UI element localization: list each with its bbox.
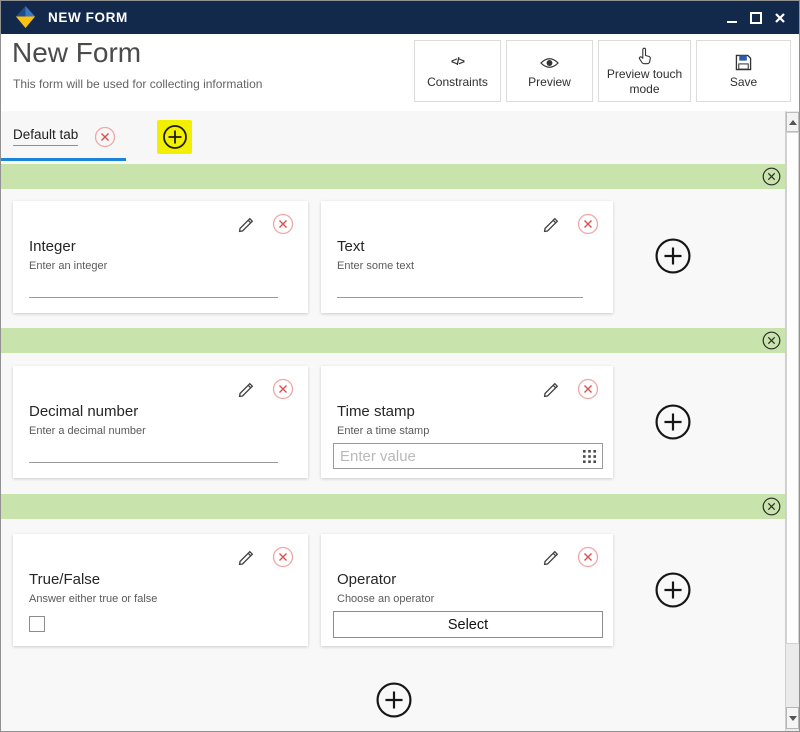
field-card-decimal-number: Decimal number Enter a decimal number xyxy=(13,366,308,478)
delete-field-icon[interactable] xyxy=(577,378,599,400)
form-row-band xyxy=(1,164,787,189)
timestamp-input-wrap xyxy=(333,443,603,469)
delete-field-icon[interactable] xyxy=(272,378,294,400)
scrollbar-thumb[interactable] xyxy=(786,132,799,644)
form-header: New Form This form will be used for coll… xyxy=(1,34,799,112)
page-title: New Form xyxy=(12,37,141,69)
field-description: Enter a time stamp xyxy=(337,425,429,437)
plus-circle-icon xyxy=(162,124,188,150)
delete-field-icon[interactable] xyxy=(577,546,599,568)
delete-row-icon[interactable] xyxy=(762,497,781,516)
tab-bar: Default tab xyxy=(1,111,787,161)
app-logo-icon xyxy=(14,5,37,30)
field-description: Answer either true or false xyxy=(29,593,157,605)
delete-field-icon[interactable] xyxy=(272,213,294,235)
constraints-button[interactable]: </> Constraints xyxy=(414,40,501,102)
preview-label: Preview xyxy=(528,75,571,90)
field-description: Enter some text xyxy=(337,260,414,272)
edit-field-icon[interactable] xyxy=(235,546,257,568)
field-title: Time stamp xyxy=(337,403,415,420)
field-title: Integer xyxy=(29,238,76,255)
field-card-true-false: True/False Answer either true or false xyxy=(13,534,308,646)
active-tab-indicator xyxy=(1,158,126,161)
field-title: True/False xyxy=(29,571,100,588)
delete-row-icon[interactable] xyxy=(762,331,781,350)
app-window: NEW FORM New Form This form will be used… xyxy=(0,0,800,732)
edit-field-icon[interactable] xyxy=(235,378,257,400)
true-false-checkbox[interactable] xyxy=(29,616,45,632)
field-input-line xyxy=(29,297,278,298)
add-tab-button[interactable] xyxy=(157,120,192,154)
save-label: Save xyxy=(730,75,757,90)
code-icon: </> xyxy=(451,53,464,73)
field-card-text: Text Enter some text xyxy=(321,201,613,313)
operator-select-button[interactable]: Select xyxy=(333,611,603,638)
edit-field-icon[interactable] xyxy=(235,213,257,235)
constraints-label: Constraints xyxy=(427,75,488,90)
field-title: Decimal number xyxy=(29,403,138,420)
field-description: Enter a decimal number xyxy=(29,425,146,437)
field-card-operator: Operator Choose an operator Select xyxy=(321,534,613,646)
close-icon[interactable] xyxy=(772,10,787,26)
field-input-line xyxy=(29,462,278,463)
field-title: Operator xyxy=(337,571,396,588)
save-button[interactable]: Save xyxy=(696,40,791,102)
tab-close-icon[interactable] xyxy=(94,126,116,148)
delete-row-icon[interactable] xyxy=(762,167,781,186)
preview-touch-mode-label: Preview touch mode xyxy=(602,67,687,97)
save-icon xyxy=(735,53,752,73)
add-field-button[interactable] xyxy=(654,237,692,275)
page-subtitle: This form will be used for collecting in… xyxy=(13,77,262,91)
add-row-button[interactable] xyxy=(375,681,413,719)
field-description: Choose an operator xyxy=(337,593,434,605)
window-title: NEW FORM xyxy=(48,10,128,25)
field-description: Enter an integer xyxy=(29,260,107,272)
add-field-button[interactable] xyxy=(654,403,692,441)
edit-field-icon[interactable] xyxy=(540,546,562,568)
picker-grid-icon[interactable] xyxy=(583,450,596,463)
toolbar: </> Constraints Preview xyxy=(414,40,791,102)
add-field-button[interactable] xyxy=(654,571,692,609)
window-controls xyxy=(724,10,791,26)
form-row-band xyxy=(1,328,787,353)
scroll-down-icon[interactable] xyxy=(786,707,799,729)
edit-field-icon[interactable] xyxy=(540,213,562,235)
field-input-line xyxy=(337,297,583,298)
form-row-band xyxy=(1,494,787,519)
delete-field-icon[interactable] xyxy=(272,546,294,568)
maximize-icon[interactable] xyxy=(748,10,763,26)
title-bar: NEW FORM xyxy=(1,1,799,34)
tab-default[interactable]: Default tab xyxy=(13,127,78,146)
preview-button[interactable]: Preview xyxy=(506,40,593,102)
preview-touch-mode-button[interactable]: Preview touch mode xyxy=(598,40,691,102)
field-card-integer: Integer Enter an integer xyxy=(13,201,308,313)
delete-field-icon[interactable] xyxy=(577,213,599,235)
timestamp-input[interactable] xyxy=(334,448,579,465)
field-title: Text xyxy=(337,238,365,255)
edit-field-icon[interactable] xyxy=(540,378,562,400)
scroll-up-icon[interactable] xyxy=(786,112,799,132)
vertical-scrollbar[interactable] xyxy=(785,111,799,731)
eye-icon xyxy=(540,53,559,73)
minimize-icon[interactable] xyxy=(724,10,739,26)
touch-icon xyxy=(636,45,653,65)
field-card-time-stamp: Time stamp Enter a time stamp xyxy=(321,366,613,478)
